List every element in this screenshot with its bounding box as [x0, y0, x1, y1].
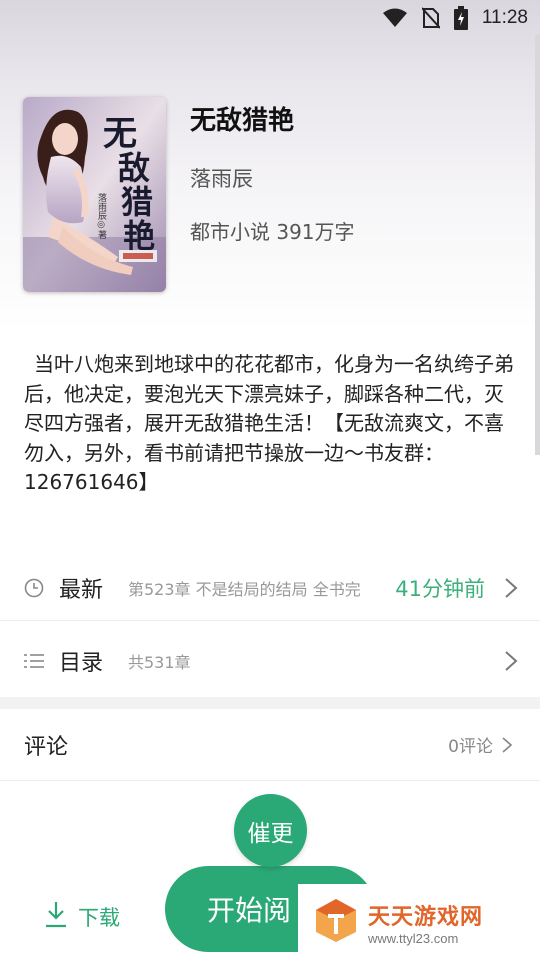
svg-text:艳: 艳: [123, 217, 155, 255]
svg-text:无: 无: [103, 114, 137, 154]
site-watermark: 天天游戏网 www.ttyl23.com: [298, 884, 540, 960]
svg-text:猎: 猎: [121, 183, 153, 221]
book-category-wordcount: 都市小说 391万字: [190, 220, 355, 244]
chevron-right-icon: [504, 649, 518, 673]
watermark-logo-icon: [312, 896, 360, 948]
status-time: 11:28: [481, 7, 528, 28]
toc-label: 目录: [59, 651, 104, 676]
latest-update-time: 41分钟前: [395, 576, 485, 601]
comments-count: 0评论: [448, 737, 493, 757]
wifi-icon: [382, 8, 408, 28]
watermark-title: 天天游戏网: [368, 904, 484, 930]
scroll-indicator: [535, 35, 540, 455]
svg-text:落雨辰◎著: 落雨辰◎著: [96, 192, 107, 239]
latest-chapter-row[interactable]: 最新 第523章 不是结局的结局 全书完 41分钟前: [0, 555, 540, 621]
download-label: 下载: [78, 905, 120, 930]
svg-text:敌: 敌: [118, 149, 150, 187]
download-button[interactable]: 下载: [44, 900, 120, 933]
section-divider: [0, 697, 540, 709]
urge-update-label: 催更: [247, 820, 294, 847]
download-icon: [44, 900, 68, 933]
latest-label: 最新: [59, 577, 104, 603]
list-icon: [24, 651, 44, 671]
latest-chapter-title: 第523章 不是结局的结局 全书完: [128, 579, 361, 599]
no-sim-icon: [421, 7, 440, 29]
book-detail-screen: 11:28 无 敌 猎 艳 落雨辰◎著 无敌猎艳 落雨辰 都市小说 391万字 …: [0, 0, 540, 960]
toc-chapter-count: 共531章: [128, 653, 191, 672]
chevron-right-icon: [502, 736, 516, 754]
start-reading-label: 开始阅: [207, 894, 292, 927]
comments-row[interactable]: 评论 0评论: [0, 709, 540, 781]
book-synopsis[interactable]: 当叶八炮来到地球中的花花都市，化身为一名纨绔子弟后，他决定，要泡光天下漂亮妹子，…: [24, 350, 516, 498]
status-bar: 11:28: [0, 0, 540, 36]
urge-update-button[interactable]: 催更: [234, 794, 307, 867]
comments-label: 评论: [24, 734, 69, 760]
book-title: 无敌猎艳: [190, 106, 295, 136]
watermark-url: www.ttyl23.com: [368, 930, 459, 946]
book-author[interactable]: 落雨辰: [190, 163, 253, 193]
table-of-contents-row[interactable]: 目录 共531章: [0, 625, 540, 697]
book-cover[interactable]: 无 敌 猎 艳 落雨辰◎著: [23, 97, 166, 292]
cover-illustration: 无 敌 猎 艳 落雨辰◎著: [23, 97, 166, 292]
battery-charging-icon: [453, 6, 468, 30]
chevron-right-icon: [504, 576, 518, 600]
clock-icon: [24, 578, 44, 598]
